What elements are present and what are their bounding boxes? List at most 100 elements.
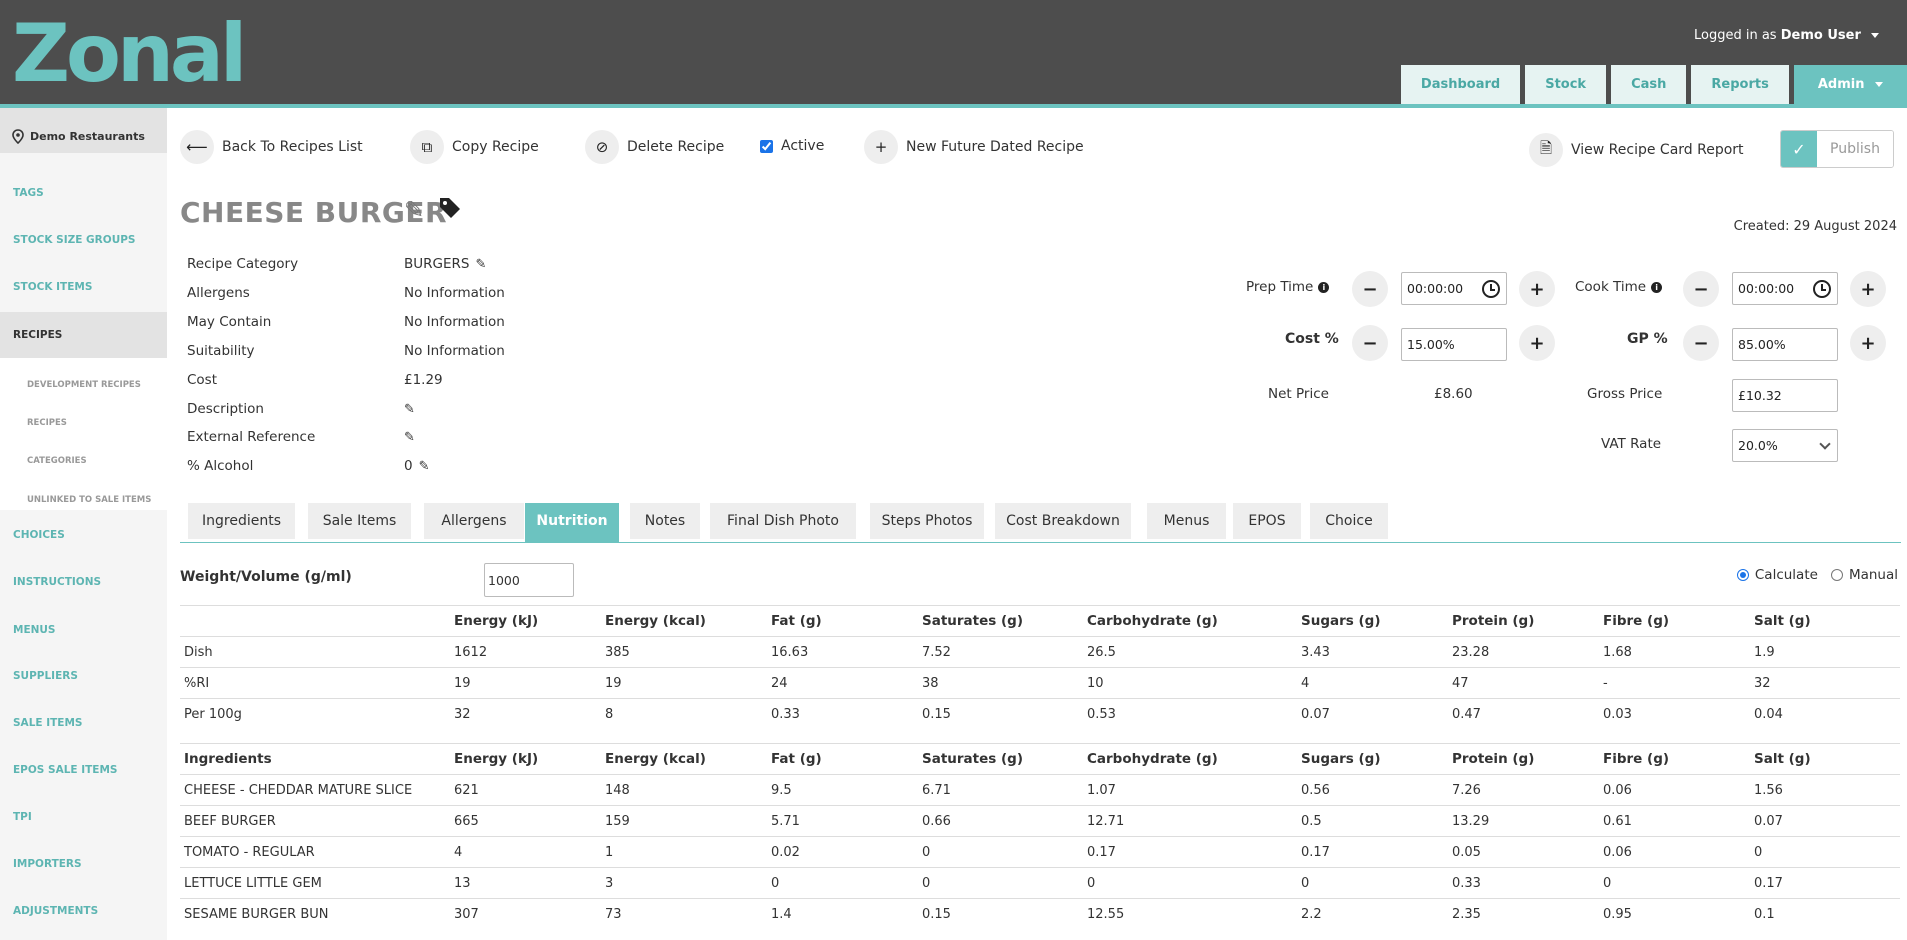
tab-sale-items[interactable]: Sale Items (308, 503, 411, 539)
pencil-icon[interactable]: ✎ (475, 257, 486, 272)
copy-label: Copy Recipe (452, 139, 539, 155)
top-header: Zonal Logged in as Demo User Dashboard S… (0, 0, 1907, 104)
sidebar-item-tags[interactable]: TAGS (0, 187, 167, 199)
copy-recipe-button[interactable]: ⧉ Copy Recipe (410, 130, 539, 164)
tab-allergens[interactable]: Allergens (424, 503, 524, 539)
row-name: LETTUCE LITTLE GEM (180, 867, 450, 899)
table-cell: 0.47 (1448, 698, 1599, 730)
column-header: Protein (g) (1448, 743, 1599, 775)
publish-button[interactable]: ✓ Publish (1780, 130, 1894, 168)
pencil-icon[interactable]: ✎ (404, 196, 424, 224)
table-cell: 0 (1083, 867, 1297, 899)
prop-value: 0 ✎ (404, 458, 430, 474)
sidebar-item-epos-sale-items[interactable]: EPOS SALE ITEMS (0, 764, 167, 776)
column-header: Fat (g) (767, 605, 918, 637)
tab-steps-photos[interactable]: Steps Photos (870, 503, 984, 539)
sidebar-item-instructions[interactable]: INSTRUCTIONS (0, 576, 167, 588)
nav-reports[interactable]: Reports (1691, 65, 1789, 104)
nav-dashboard[interactable]: Dashboard (1400, 65, 1521, 104)
tab-choice[interactable]: Choice (1310, 503, 1388, 539)
table-row: SESAME BURGER BUN 307 73 1.4 0.15 12.55 2.2 2.3… (180, 898, 1900, 930)
active-checkbox[interactable] (760, 139, 773, 153)
gp-pct-input[interactable]: 85.00% (1732, 328, 1838, 361)
cook-time-input[interactable]: 00:00:00 (1732, 272, 1838, 305)
user-menu[interactable]: Logged in as Demo User (1694, 28, 1879, 43)
pencil-icon[interactable]: ✎ (404, 430, 415, 445)
sidebar-item-suppliers[interactable]: SUPPLIERS (0, 670, 167, 682)
table-row: BEEF BURGER 665 159 5.71 0.66 12.71 0.5 13.29 0.… (180, 805, 1900, 837)
tab-notes[interactable]: Notes (630, 503, 700, 539)
recipes-submenu: DEVELOPMENT RECIPES RECIPES CATEGORIES U… (0, 358, 167, 510)
column-header: Fibre (g) (1599, 743, 1750, 775)
cost-pct-decrement[interactable]: − (1352, 325, 1388, 361)
table-header-row: Energy (kJ) Energy (kcal) Fat (g) Saturates… (180, 605, 1900, 637)
table-cell: 12.55 (1083, 898, 1297, 930)
cost-pct-increment[interactable]: + (1519, 325, 1555, 361)
prep-time-decrement[interactable]: − (1352, 271, 1388, 307)
tab-final-dish-photo[interactable]: Final Dish Photo (710, 503, 856, 539)
table-cell: 307 (450, 898, 601, 930)
sidebar-item-sale-items[interactable]: SALE ITEMS (0, 717, 167, 729)
gross-price-input[interactable]: £10.32 (1732, 379, 1838, 412)
tab-menus[interactable]: Menus (1147, 503, 1226, 539)
prop-value: No Information (404, 314, 505, 330)
cook-time-decrement[interactable]: − (1683, 271, 1719, 307)
table-cell: 24 (767, 667, 918, 699)
sidebar-sub-development-recipes[interactable]: DEVELOPMENT RECIPES (27, 380, 141, 390)
view-recipe-card-report-button[interactable]: 🗎 View Recipe Card Report (1529, 133, 1744, 167)
tag-icon[interactable] (438, 196, 462, 220)
sidebar-sub-unlinked[interactable]: UNLINKED TO SALE ITEMS (27, 495, 151, 505)
weight-volume-input[interactable]: 1000 (484, 563, 574, 597)
sidebar-item-menus[interactable]: MENUS (0, 624, 167, 636)
sidebar-sub-recipes[interactable]: RECIPES (27, 418, 67, 428)
pencil-icon[interactable]: ✎ (404, 402, 415, 417)
nav-admin[interactable]: Admin (1793, 65, 1907, 104)
nav-stock[interactable]: Stock (1525, 65, 1607, 104)
tab-cost-breakdown[interactable]: Cost Breakdown (995, 503, 1131, 539)
table-cell: 0.17 (1750, 867, 1900, 899)
sidebar-item-choices[interactable]: CHOICES (0, 529, 167, 541)
site-selector[interactable]: Demo Restaurants (0, 108, 167, 153)
new-future-recipe-button[interactable]: + New Future Dated Recipe (864, 130, 1084, 164)
cost-pct-input[interactable]: 15.00% (1401, 328, 1507, 361)
tab-ingredients[interactable]: Ingredients (188, 503, 295, 539)
info-icon[interactable]: i (1318, 282, 1330, 293)
sidebar-item-adjustments[interactable]: ADJUSTMENTS (0, 905, 167, 917)
vat-rate-select[interactable]: 20.0% (1732, 429, 1838, 462)
gp-pct-decrement[interactable]: − (1683, 325, 1719, 361)
table-cell: 0.17 (1083, 836, 1297, 868)
alcohol-value: 0 (404, 458, 413, 474)
calculate-radio[interactable] (1736, 569, 1749, 581)
prop-value: BURGERS ✎ (404, 256, 486, 272)
tab-epos[interactable]: EPOS (1233, 503, 1301, 539)
column-header: Fat (g) (767, 743, 918, 775)
sidebar-item-recipes[interactable]: RECIPES (0, 312, 167, 358)
sidebar-item-stock-size-groups[interactable]: STOCK SIZE GROUPS (0, 234, 167, 246)
pencil-icon[interactable]: ✎ (419, 459, 430, 474)
tab-nutrition[interactable]: Nutrition (525, 503, 619, 542)
manual-radio[interactable] (1830, 569, 1843, 581)
zonal-logo[interactable]: Zonal (12, 14, 247, 94)
table-cell: 3 (601, 867, 767, 899)
prep-time-input[interactable]: 00:00:00 (1401, 272, 1507, 305)
prep-time-increment[interactable]: + (1519, 271, 1555, 307)
table-cell: 32 (1750, 667, 1900, 699)
table-cell: 8 (601, 698, 767, 730)
gp-pct-increment[interactable]: + (1850, 325, 1886, 361)
cook-time-increment[interactable]: + (1850, 271, 1886, 307)
sidebar-sub-categories[interactable]: CATEGORIES (27, 456, 87, 466)
ban-icon: ⊘ (585, 130, 619, 164)
table-cell: 0.66 (918, 805, 1083, 837)
table-cell: 0.33 (1448, 867, 1599, 899)
table-cell: 7.26 (1448, 774, 1599, 806)
nav-cash[interactable]: Cash (1611, 65, 1687, 104)
sidebar-item-stock-items[interactable]: STOCK ITEMS (0, 281, 167, 293)
delete-recipe-button[interactable]: ⊘ Delete Recipe (585, 130, 724, 164)
active-toggle[interactable]: Active (760, 138, 824, 154)
table-cell: 3.43 (1297, 636, 1448, 668)
info-icon[interactable]: i (1651, 282, 1663, 293)
sidebar-item-importers[interactable]: IMPORTERS (0, 858, 167, 870)
sidebar-item-tpi[interactable]: TPI (0, 811, 167, 823)
table-cell: 26.5 (1083, 636, 1297, 668)
back-to-recipes-button[interactable]: ⟵ Back To Recipes List (180, 130, 363, 164)
